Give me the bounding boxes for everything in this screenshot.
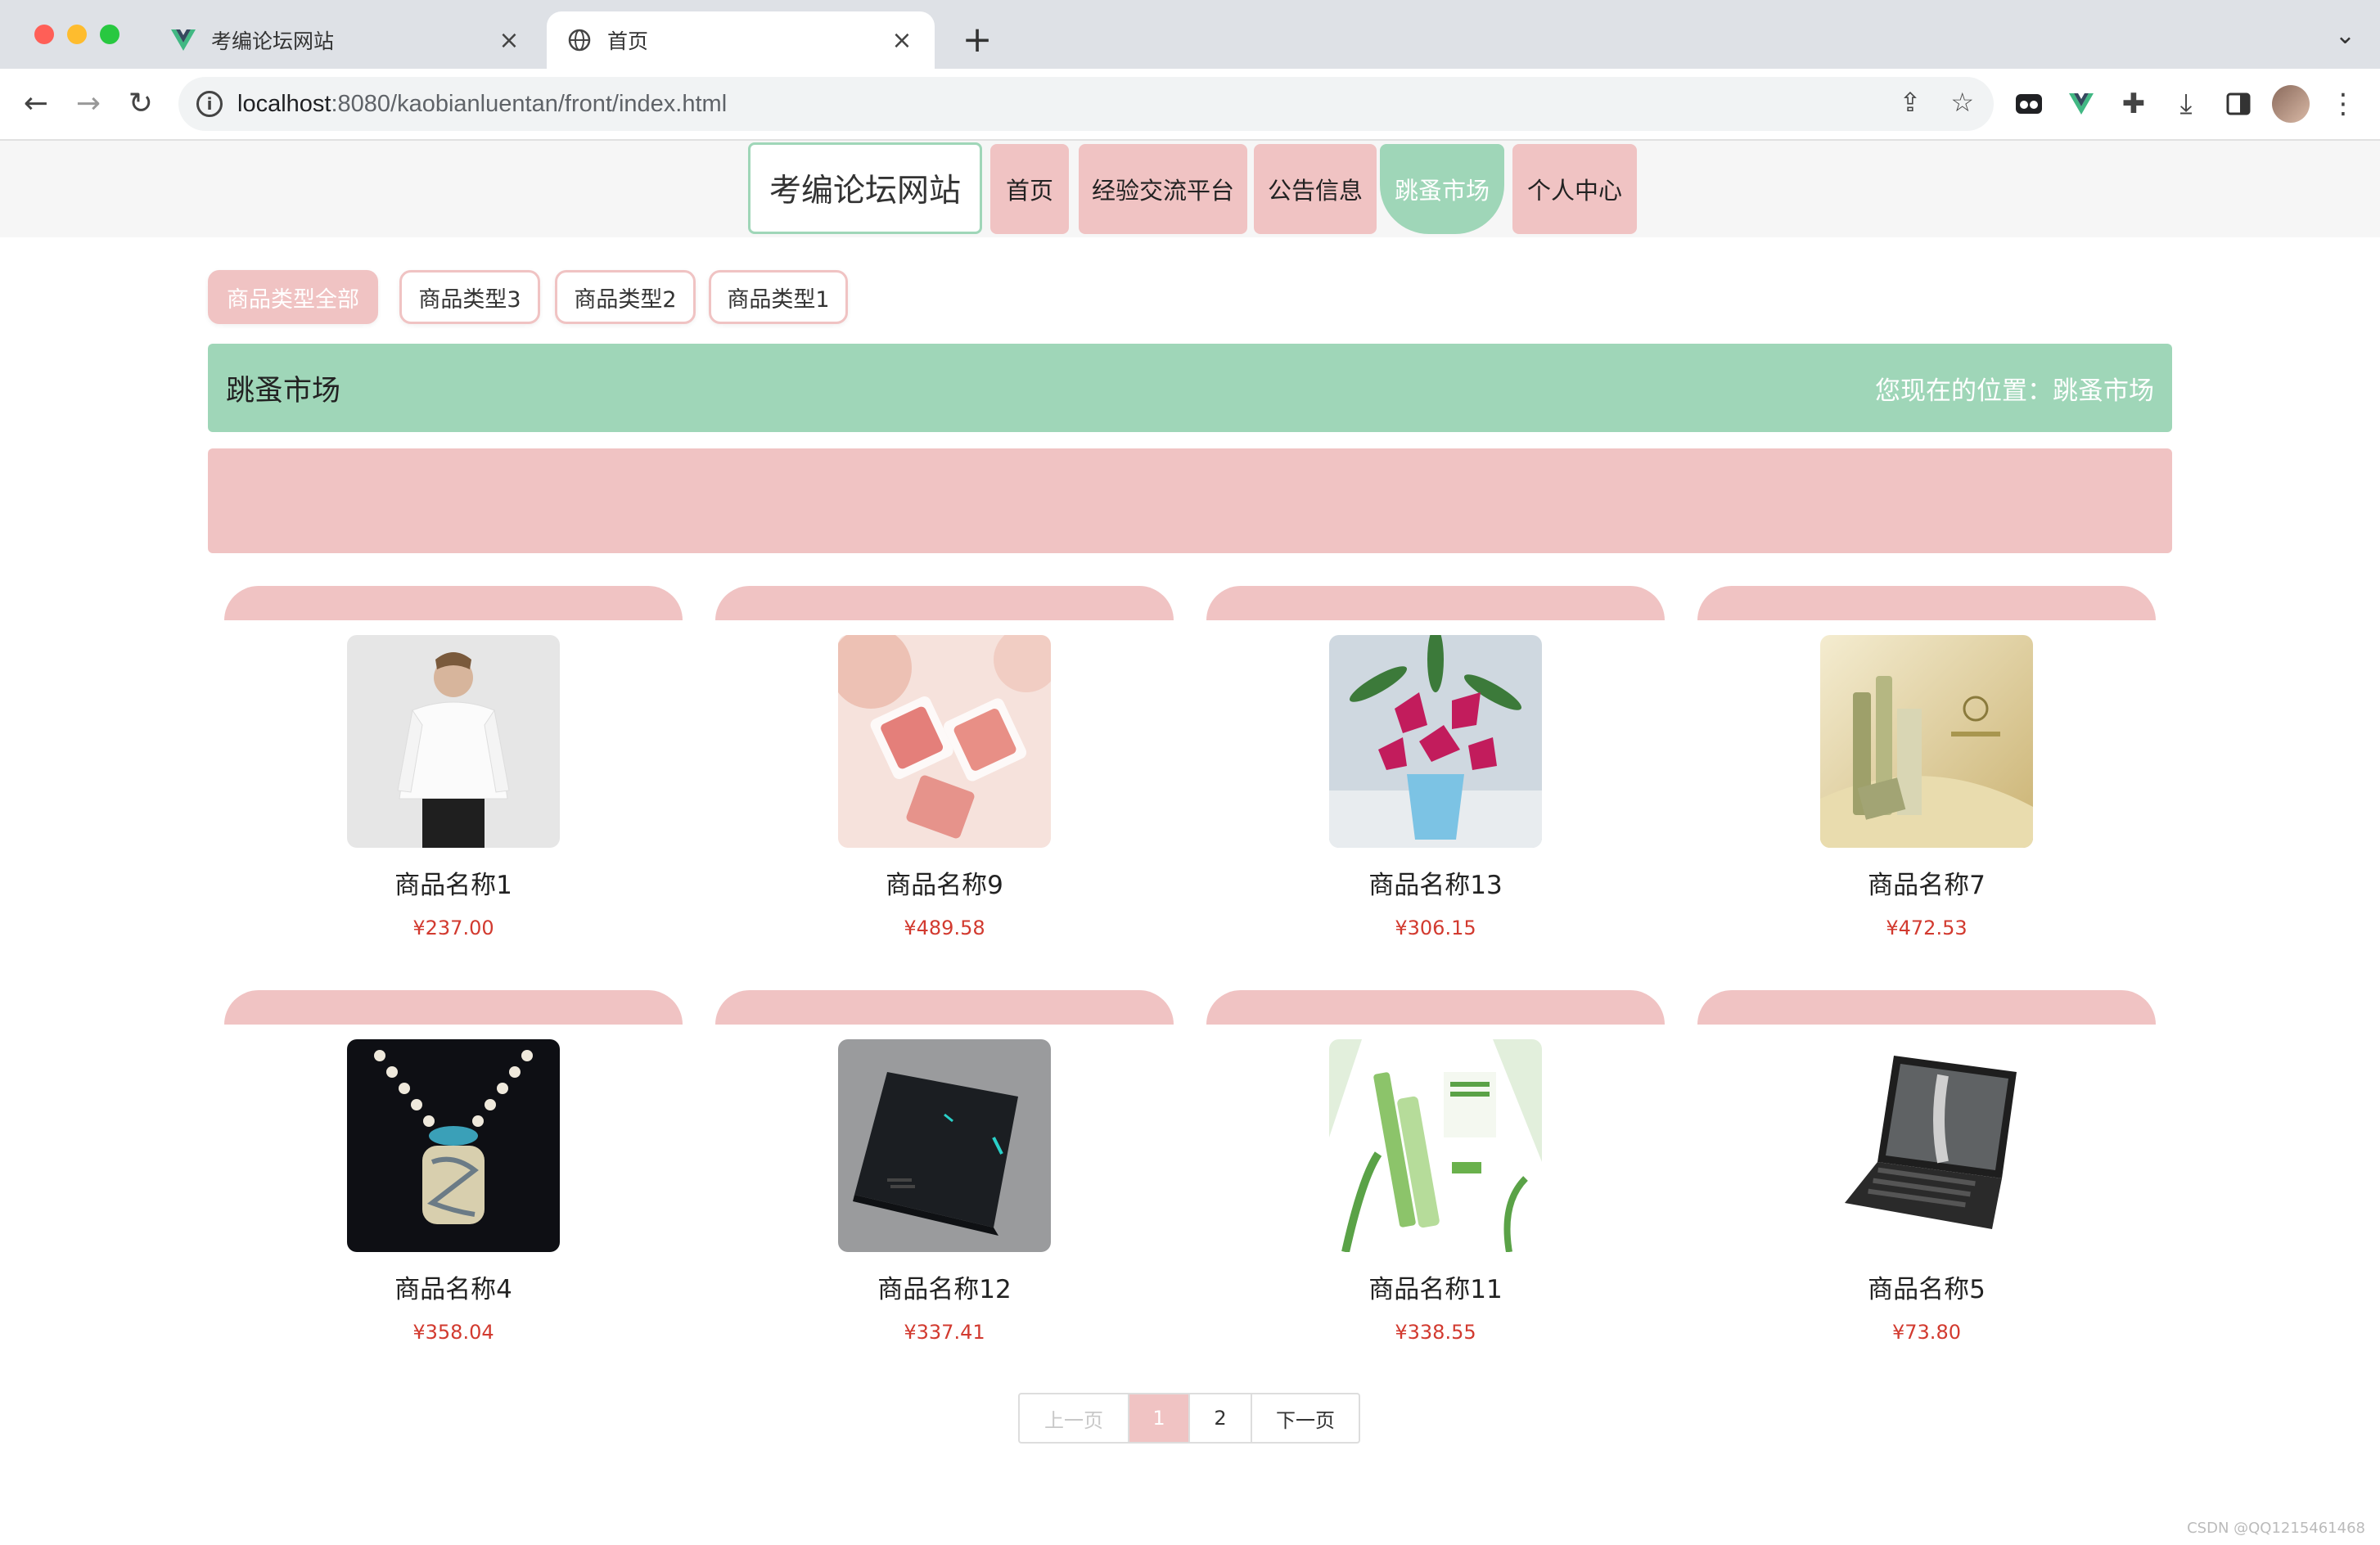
product-name[interactable]: 商品名称12: [715, 1268, 1174, 1305]
blush-photo-icon[interactable]: [838, 635, 1051, 848]
nav-item-notices[interactable]: 公告信息: [1254, 144, 1377, 234]
breadcrumb: 您现在的位置：跳蚤市场: [1875, 376, 2154, 406]
skincare-photo-icon[interactable]: [1329, 1039, 1542, 1252]
card-header-tab: [715, 990, 1174, 1025]
tab-title: 考编论坛网站: [211, 29, 335, 53]
browser-tab-bar: 考编论坛网站 × 首页 × + ⌄: [0, 0, 2380, 69]
category-type-3[interactable]: 商品类型3: [399, 270, 540, 324]
product-card[interactable]: 商品名称5 ¥73.80: [1697, 990, 2156, 1367]
product-price: ¥358.04: [412, 1321, 494, 1344]
product-name[interactable]: 商品名称9: [715, 864, 1174, 901]
card-header-tab: [1206, 990, 1665, 1025]
product-card[interactable]: 商品名称11 ¥338.55: [1206, 990, 1665, 1367]
product-card[interactable]: 商品名称1 ¥237.00: [224, 586, 683, 962]
product-name[interactable]: 商品名称7: [1697, 864, 2156, 901]
star-bookmark-icon[interactable]: ☆: [1950, 87, 1974, 118]
category-type-2[interactable]: 商品类型2: [555, 270, 696, 324]
product-name[interactable]: 商品名称13: [1206, 864, 1665, 901]
minimize-window-button[interactable]: [67, 25, 87, 44]
product-name[interactable]: 商品名称4: [224, 1268, 683, 1305]
close-icon[interactable]: ×: [496, 26, 522, 55]
browser-tab-home[interactable]: 首页 ×: [547, 11, 935, 69]
product-name[interactable]: 商品名称1: [224, 864, 683, 901]
back-arrow-icon[interactable]: ←: [18, 85, 54, 121]
browser-tab-forum[interactable]: 考编论坛网站 ×: [151, 11, 542, 69]
category-type-1[interactable]: 商品类型1: [709, 270, 848, 324]
side-panel-icon[interactable]: [2220, 85, 2257, 123]
product-price: ¥73.80: [1892, 1321, 1961, 1344]
product-price: ¥337.41: [904, 1321, 985, 1344]
site-logo[interactable]: 考编论坛网站: [748, 142, 982, 234]
maximize-window-button[interactable]: [100, 25, 119, 44]
page-2-button[interactable]: 2: [1188, 1394, 1251, 1442]
vue-devtools-icon[interactable]: [2062, 85, 2100, 123]
share-icon[interactable]: ⇪: [1900, 87, 1922, 118]
close-icon[interactable]: ×: [889, 26, 915, 55]
product-card[interactable]: 商品名称4 ¥358.04: [224, 990, 683, 1367]
new-tab-button[interactable]: +: [956, 16, 998, 62]
extension-mask-icon[interactable]: [2010, 85, 2048, 123]
close-window-button[interactable]: [34, 25, 54, 44]
lily-photo-icon[interactable]: [1329, 635, 1542, 848]
download-icon[interactable]: ⤓: [2167, 85, 2205, 123]
nav-item-home[interactable]: 首页: [990, 144, 1069, 234]
card-header-tab: [224, 990, 683, 1025]
product-card[interactable]: 商品名称13 ¥306.15: [1206, 586, 1665, 962]
banner: [208, 448, 2172, 553]
prev-page-button[interactable]: 上一页: [1020, 1394, 1128, 1442]
nav-item-experience[interactable]: 经验交流平台: [1079, 144, 1247, 234]
product-price: ¥306.15: [1395, 917, 1476, 939]
card-header-tab: [1697, 586, 2156, 620]
product-name[interactable]: 商品名称5: [1697, 1268, 2156, 1305]
card-header-tab: [224, 586, 683, 620]
address-bar[interactable]: i localhost:8080/kaobianluentan/front/in…: [178, 77, 1994, 131]
product-card[interactable]: 商品名称7 ¥472.53: [1697, 586, 2156, 962]
nav-item-flea-market[interactable]: 跳蚤市场: [1380, 144, 1504, 234]
product-price: ¥237.00: [412, 917, 494, 939]
product-price: ¥489.58: [904, 917, 985, 939]
forward-arrow-icon[interactable]: →: [70, 85, 106, 121]
nav-item-profile[interactable]: 个人中心: [1512, 144, 1637, 234]
card-header-tab: [1206, 586, 1665, 620]
pagination: 上一页 1 2 下一页: [1018, 1393, 1360, 1444]
web-page: 考编论坛网站 首页 经验交流平台 公告信息 跳蚤市场 个人中心 商品类型全部 商…: [0, 141, 2380, 1545]
necklace-photo-icon[interactable]: [347, 1039, 560, 1252]
tab-title: 首页: [607, 29, 649, 53]
product-price: ¥472.53: [1886, 917, 1968, 939]
next-page-button[interactable]: 下一页: [1251, 1394, 1359, 1442]
product-name[interactable]: 商品名称11: [1206, 1268, 1665, 1305]
section-header: 跳蚤市场 您现在的位置：跳蚤市场: [208, 344, 2172, 432]
browser-toolbar: ← → ↻ i localhost:8080/kaobianluentan/fr…: [0, 69, 2380, 141]
product-card[interactable]: 商品名称9 ¥489.58: [715, 586, 1174, 962]
product-card[interactable]: 商品名称12 ¥337.41: [715, 990, 1174, 1367]
shirt-photo-icon[interactable]: [347, 635, 560, 848]
more-menu-icon[interactable]: ⋮: [2324, 85, 2362, 123]
site-info-icon[interactable]: i: [196, 91, 223, 117]
globe-icon: [566, 27, 593, 53]
chevron-down-icon[interactable]: ⌄: [2335, 21, 2355, 50]
category-all[interactable]: 商品类型全部: [208, 270, 378, 324]
profile-avatar[interactable]: [2272, 85, 2310, 123]
card-header-tab: [1697, 990, 2156, 1025]
laptop-closed-photo-icon[interactable]: [838, 1039, 1051, 1252]
page-1-button[interactable]: 1: [1128, 1394, 1188, 1442]
site-top-nav: 考编论坛网站 首页 经验交流平台 公告信息 跳蚤市场 个人中心: [0, 141, 2380, 237]
url-text: localhost:8080/kaobianluentan/front/inde…: [237, 90, 728, 117]
page-title: 跳蚤市场: [226, 374, 341, 408]
vue-logo-icon: [170, 27, 196, 53]
reload-icon[interactable]: ↻: [123, 85, 159, 121]
cosmetics-photo-icon[interactable]: [1820, 635, 2033, 848]
product-price: ¥338.55: [1395, 1321, 1476, 1344]
laptop-open-photo-icon[interactable]: [1820, 1039, 2033, 1252]
puzzle-extensions-icon[interactable]: ✚: [2115, 85, 2152, 123]
card-header-tab: [715, 586, 1174, 620]
watermark: CSDN @QQ1215461468: [2187, 1520, 2365, 1537]
